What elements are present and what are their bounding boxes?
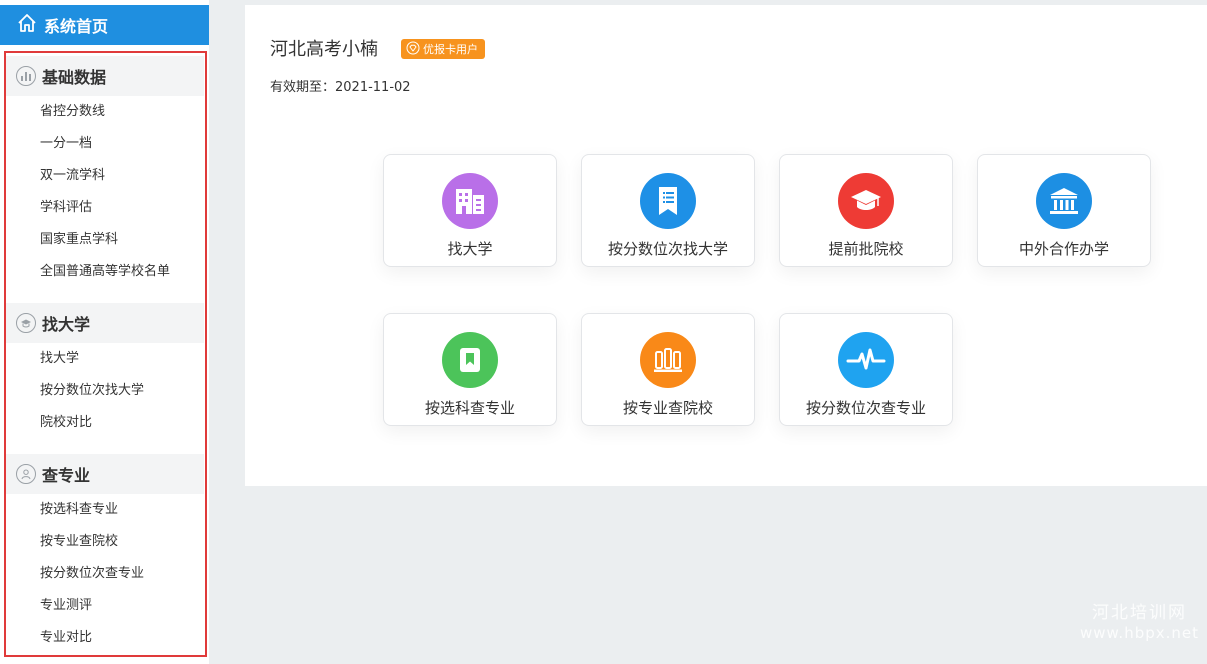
watermark: 河北培训网 www.hbpx.net: [1080, 603, 1199, 643]
books-icon: [640, 332, 696, 388]
tile-major-by-subjects[interactable]: 按选科查专业: [383, 313, 557, 426]
sidebar-item-major-assessment[interactable]: 专业测评: [40, 596, 92, 616]
tile-sino-foreign-program[interactable]: 中外合作办学: [977, 154, 1151, 267]
tile-university-by-major[interactable]: 按专业查院校: [581, 313, 755, 426]
main-panel: 河北高考小楠 优报卡用户 有效期至：2021-11-02 找大学 按分数位次找大…: [245, 5, 1207, 486]
sidebar-item-major-by-subjects[interactable]: 按选科查专业: [40, 500, 118, 520]
chart-icon: [16, 66, 36, 86]
sidebar-item-province-control-line[interactable]: 省控分数线: [40, 102, 105, 122]
membership-badge: 优报卡用户: [401, 39, 485, 59]
home-icon: [16, 12, 38, 38]
document-list-icon: [640, 173, 696, 229]
valid-date: 2021-11-02: [335, 80, 411, 95]
sidebar-item-compare-universities[interactable]: 院校对比: [40, 413, 92, 433]
sidebar: 系统首页 基础数据 省控分数线 一分一档 双一流学科 学科评估 国家重点学科 全…: [0, 0, 209, 664]
sidebar-group-find-university[interactable]: 找大学: [6, 303, 204, 343]
sidebar-item-major-comparison[interactable]: 专业对比: [40, 628, 92, 648]
tile-label: 按选科查专业: [424, 399, 515, 417]
tile-label: 按分数位次查专业: [805, 399, 926, 417]
tile-label: 按专业查院校: [622, 399, 713, 417]
sidebar-item-university-by-major[interactable]: 按专业查院校: [40, 532, 118, 552]
tile-find-university[interactable]: 找大学: [383, 154, 557, 267]
user-icon: [16, 464, 36, 484]
home-label: 系统首页: [44, 17, 109, 36]
watermark-title: 河北培训网: [1092, 603, 1187, 623]
tile-label: 提前批院校: [828, 240, 904, 258]
badge-label: 优报卡用户: [423, 43, 478, 56]
sidebar-item-major-by-score-rank[interactable]: 按分数位次查专业: [40, 564, 144, 584]
group-title: 找大学: [42, 315, 91, 334]
user-name: 河北高考小楠: [270, 39, 378, 60]
sidebar-item-national-key-subjects[interactable]: 国家重点学科: [40, 230, 118, 250]
graduation-cap-icon: [838, 173, 894, 229]
sidebar-item-subject-evaluation[interactable]: 学科评估: [40, 198, 92, 218]
watermark-url: www.hbpx.net: [1080, 624, 1200, 642]
tile-label: 中外合作办学: [1018, 240, 1109, 258]
valid-label: 有效期至：: [270, 80, 336, 95]
building-icon: [442, 173, 498, 229]
diamond-icon: [406, 41, 420, 58]
sidebar-item-find-by-score-rank[interactable]: 按分数位次找大学: [40, 381, 144, 401]
pulse-icon: [838, 332, 894, 388]
sidebar-item-score-rank-table[interactable]: 一分一档: [40, 134, 92, 154]
sidebar-item-find-university[interactable]: 找大学: [40, 349, 79, 369]
home-nav-button[interactable]: 系统首页: [0, 5, 209, 45]
tile-find-university-by-score[interactable]: 按分数位次找大学: [581, 154, 755, 267]
group-title: 基础数据: [42, 68, 107, 87]
sidebar-group-basic-data[interactable]: 基础数据: [6, 56, 204, 96]
group-title: 查专业: [42, 466, 91, 485]
tile-major-by-score[interactable]: 按分数位次查专业: [779, 313, 953, 426]
sidebar-group-find-major[interactable]: 查专业: [6, 454, 204, 494]
tile-label: 按分数位次找大学: [607, 240, 728, 258]
tile-label: 找大学: [447, 240, 493, 258]
bookmark-icon: [442, 332, 498, 388]
institution-icon: [1036, 173, 1092, 229]
graduation-cap-icon: [16, 313, 36, 333]
sidebar-item-double-first-class[interactable]: 双一流学科: [40, 166, 105, 186]
tile-early-admission[interactable]: 提前批院校: [779, 154, 953, 267]
validity-text: 有效期至：2021-11-02: [270, 76, 411, 95]
sidebar-item-university-list[interactable]: 全国普通高等学校名单: [40, 262, 170, 282]
